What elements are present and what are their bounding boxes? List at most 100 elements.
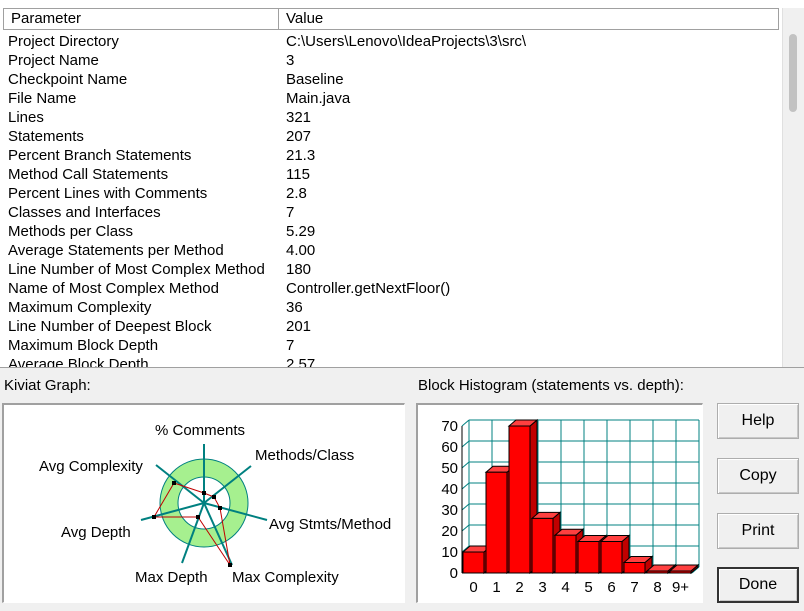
grid-line-side [461,440,470,448]
parameter-cell: Project Name [8,52,99,69]
x-tick-label: 4 [561,579,569,596]
copy-button[interactable]: Copy [717,458,799,494]
parameter-cell: Average Statements per Method [8,242,224,259]
table-row[interactable]: Name of Most Complex Method Controller.ge… [8,279,766,298]
value-cell: 7 [286,337,295,354]
table-row[interactable]: Average Statements per Method 4.00 [8,241,766,260]
table-row[interactable]: Percent Branch Statements 21.3 [8,146,766,165]
value-cell: 207 [286,128,312,145]
value-cell: 2.8 [286,185,307,202]
column-header-parameter[interactable]: Parameter [3,9,279,29]
bar-front [600,541,623,574]
grid-line-side [461,482,470,490]
bar-front [646,570,669,574]
y-tick-label: 70 [441,418,458,435]
x-tick-label: 1 [492,579,500,596]
table-row[interactable]: Statements 207 [8,127,766,146]
table-row[interactable]: Project Directory C:\Users\Lenovo\IdeaPro… [8,32,766,51]
help-button[interactable]: Help [717,403,799,439]
marker [228,563,232,567]
table-row[interactable]: Maximum Complexity 36 [8,298,766,317]
parameter-cell: Lines [8,109,44,126]
vertical-scrollbar[interactable] [782,8,804,367]
axis-label-methods-class: Methods/Class [255,447,354,464]
bar-front [531,517,554,574]
y-tick-label: 20 [441,523,458,540]
y-tick-label: 10 [441,544,458,561]
table-row[interactable]: File Name Main.java [8,89,766,108]
table-row[interactable]: Line Number of Most Complex Method 180 [8,260,766,279]
bar-front [669,570,692,574]
value-cell: 2.57 [286,356,316,368]
table-header: Parameter Value [3,8,779,30]
axis-label-max-depth: Max Depth [135,569,208,586]
parameter-cell: Line Number of Most Complex Method [8,261,265,278]
bar-front [485,471,508,574]
table-row[interactable]: Classes and Interfaces 7 [8,203,766,222]
parameter-cell: Checkpoint Name [8,71,128,88]
table-row[interactable]: Line Number of Deepest Block 201 [8,317,766,336]
marker [172,481,176,485]
y-tick-label: 60 [441,439,458,456]
marker [218,506,222,510]
table-row[interactable]: Percent Lines with Comments 2.8 [8,184,766,203]
axis-label-max-complexity: Max Complexity [232,569,339,586]
axis-label-avg-complexity: Avg Complexity [39,458,143,475]
marker [152,515,156,519]
value-cell: 321 [286,109,312,126]
value-cell: 201 [286,318,312,335]
value-cell: C:\Users\Lenovo\IdeaProjects\3\src\ [286,33,527,50]
marker [196,515,200,519]
block-histogram-panel: 0 10 20 30 40 50 60 70 0 1 2 3 4 5 6 7 8 9+ [416,403,703,603]
x-tick-label: 6 [607,579,615,596]
value-cell: 180 [286,261,312,278]
value-cell: 36 [286,299,303,316]
x-tick-label: 3 [538,579,546,596]
value-cell: Controller.getNextFloor() [286,280,451,297]
kiviat-graph: % Comments Methods/Class Avg Stmts/Metho… [39,422,391,586]
x-tick-label: 0 [469,579,477,596]
done-button[interactable]: Done [717,567,799,603]
block-histogram-chart: 0102030405060700 1 2 3 4 5 6 7 8 9+ [441,418,700,596]
parameter-cell: Line Number of Deepest Block [8,318,212,335]
kiviat-label: Kiviat Graph: [4,377,91,394]
parameter-cell: Maximum Block Depth [8,337,159,354]
table-body: Project Directory C:\Users\Lenovo\IdeaPro… [8,32,766,368]
x-tick-label: 7 [630,579,638,596]
axis-label-avg-depth: Avg Depth [61,524,131,541]
marker [212,495,216,499]
bar-front [577,541,600,574]
histogram-label: Block Histogram (statements vs. depth): [418,377,684,394]
grid-line-side [461,503,470,511]
value-cell: 5.29 [286,223,316,240]
parameter-cell: Percent Branch Statements [8,147,192,164]
y-tick-label: 0 [450,565,458,582]
parameter-cell: Statements [8,128,84,145]
parameter-cell: Method Call Statements [8,166,169,183]
parameter-cell: File Name [8,90,77,107]
axis-label-comments: % Comments [155,422,245,439]
grid-line-side [461,524,470,532]
parameter-cell: Methods per Class [8,223,134,240]
print-button[interactable]: Print [717,513,799,549]
table-row[interactable]: Average Block Depth 2.57 [8,355,766,368]
table-row[interactable]: Checkpoint Name Baseline [8,70,766,89]
table-row[interactable]: Project Name 3 [8,51,766,70]
bar-front [623,562,646,574]
table-row[interactable]: Lines 321 [8,108,766,127]
bar-front [462,551,485,574]
table-row[interactable]: Maximum Block Depth 7 [8,336,766,355]
column-header-value[interactable]: Value [279,9,779,29]
table-row[interactable]: Method Call Statements 115 [8,165,766,184]
x-tick-label: 8 [653,579,661,596]
grid-line-side [461,419,470,427]
value-cell: 3 [286,52,295,69]
x-tick-label: 2 [515,579,523,596]
y-tick-label: 50 [441,460,458,477]
scrollbar-thumb[interactable] [789,34,797,112]
value-cell: 7 [286,204,295,221]
bar-front [508,425,531,574]
parameter-cell: Percent Lines with Comments [8,185,208,202]
table-row[interactable]: Methods per Class 5.29 [8,222,766,241]
parameter-cell: Average Block Depth [8,356,149,368]
